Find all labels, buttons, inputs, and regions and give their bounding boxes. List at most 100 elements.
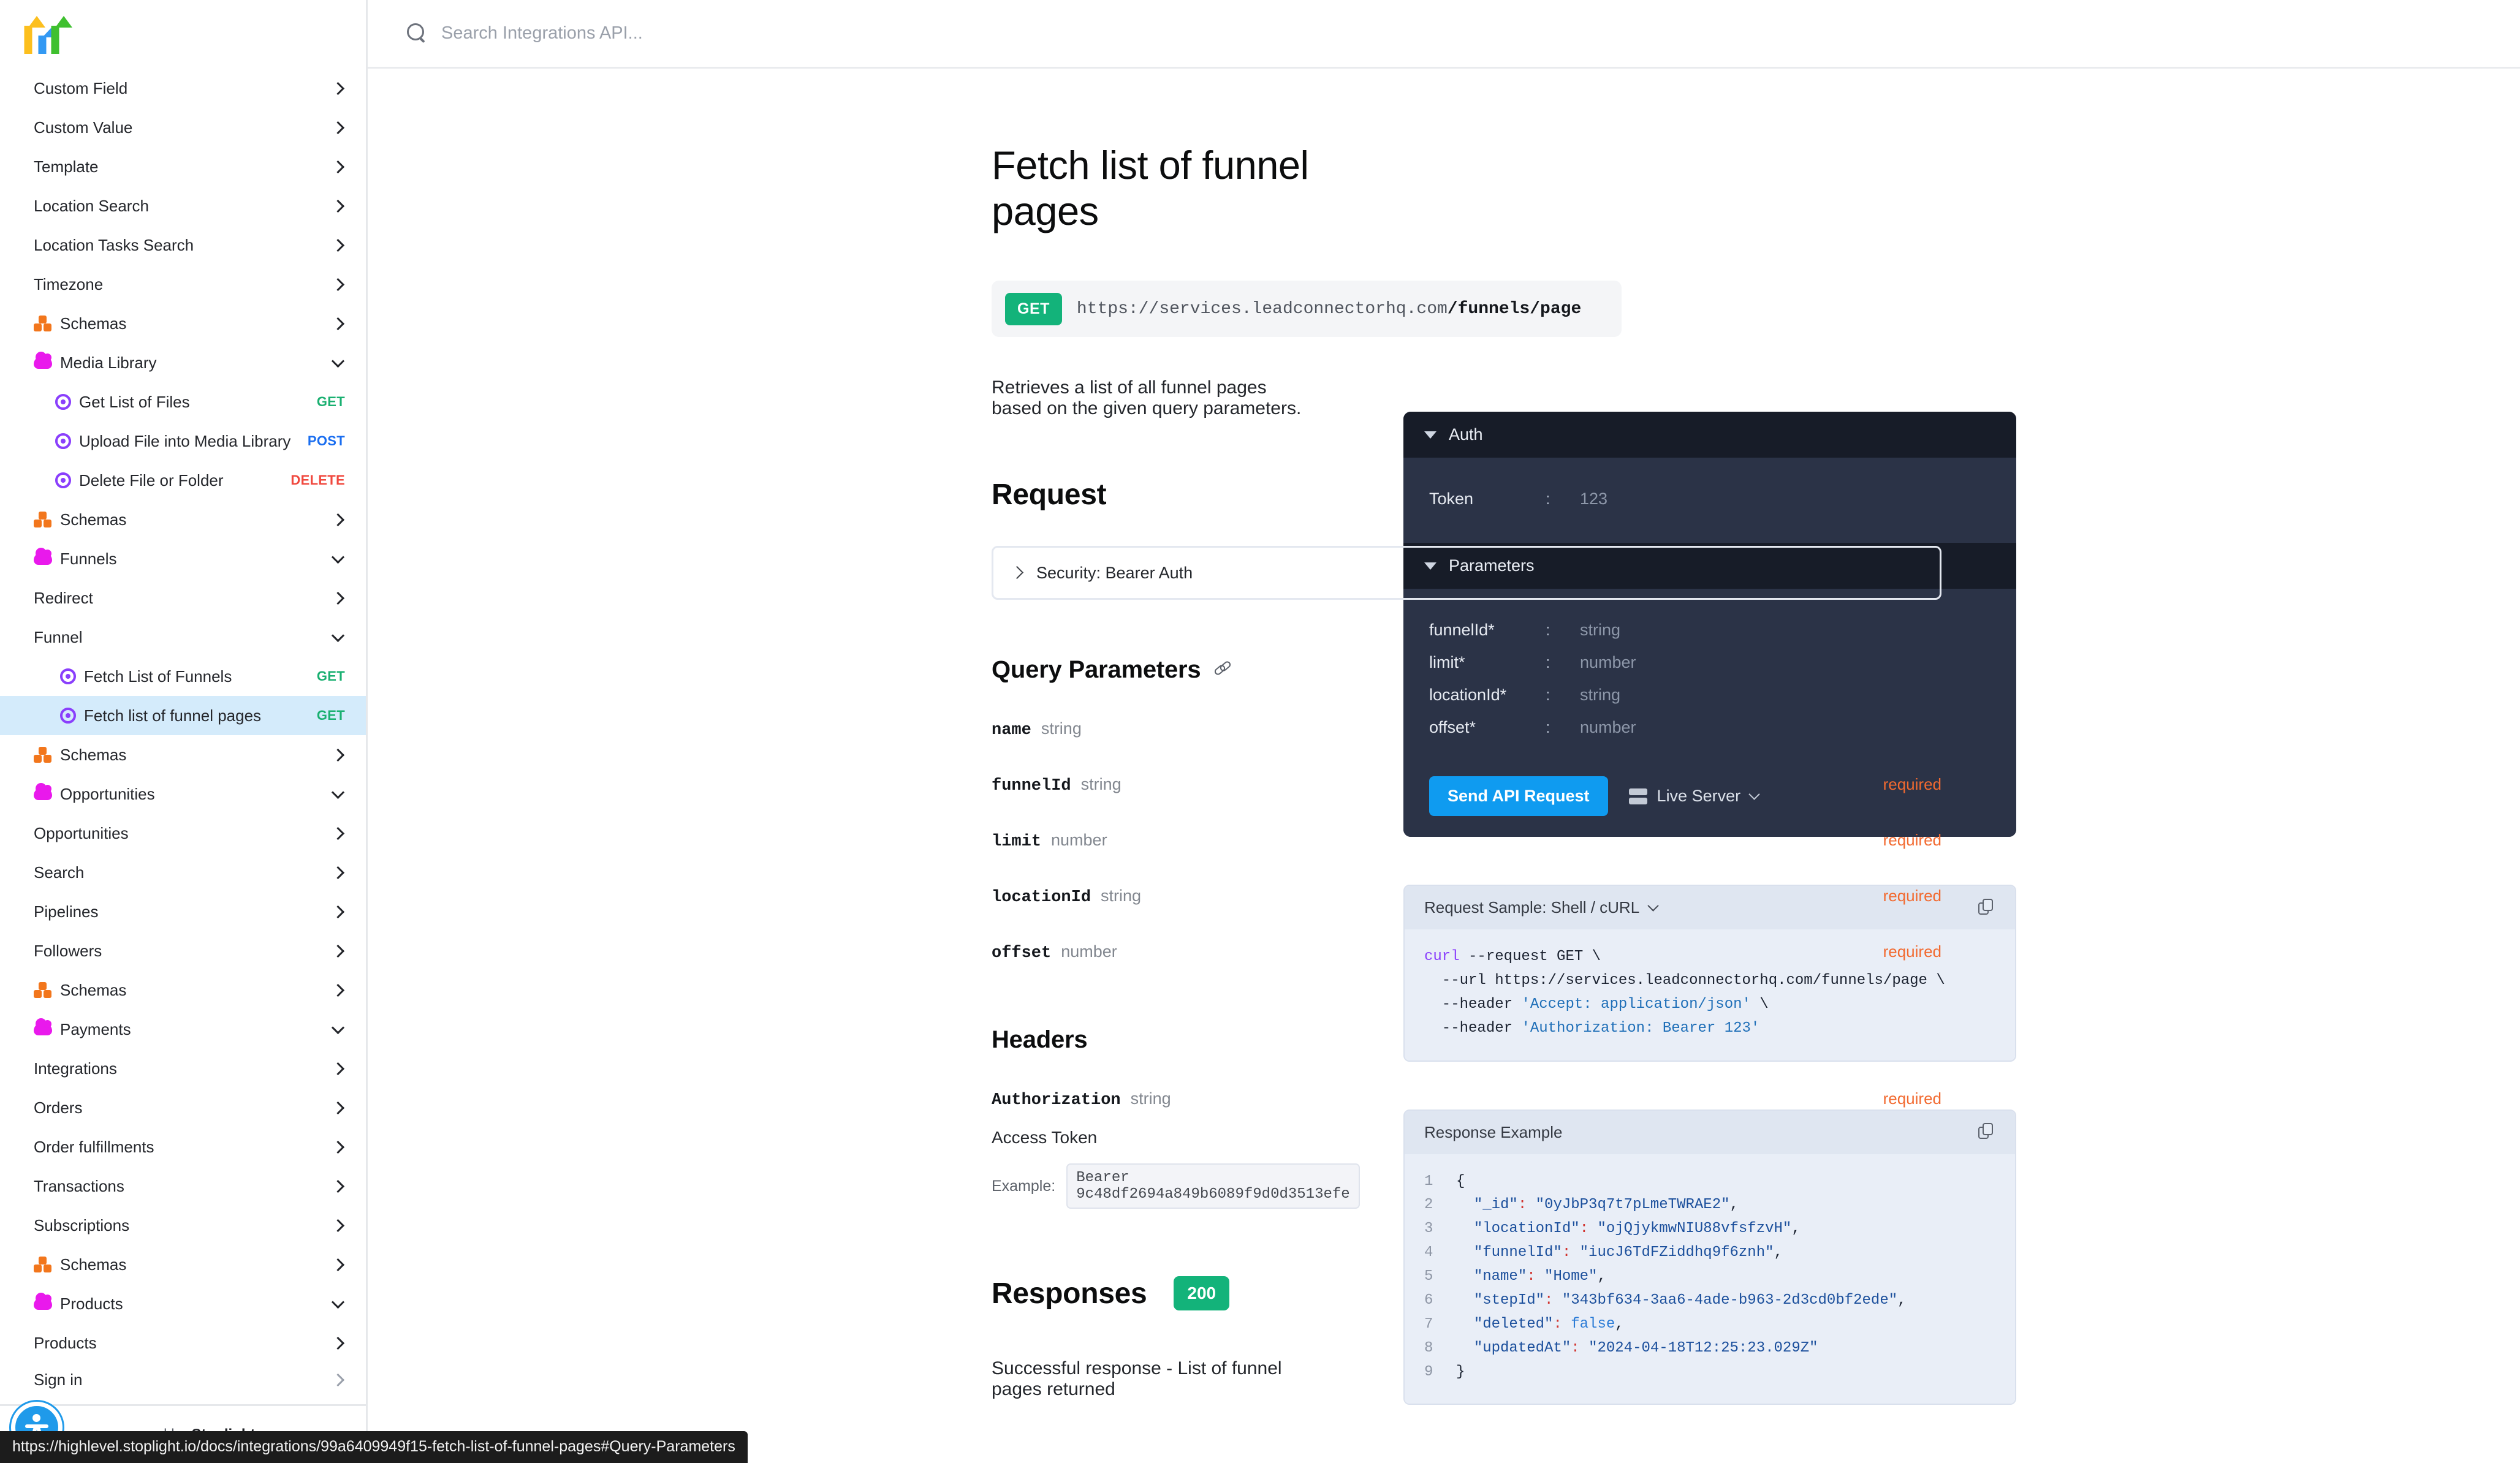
endpoint-description: Retrieves a list of all funnel pages bas… bbox=[992, 377, 1302, 418]
sign-in-label: Sign in bbox=[34, 1370, 83, 1389]
api-docs-page: Custom Field Custom Value Template Locat… bbox=[0, 0, 2520, 1463]
responses-heading-row: Responses 200 bbox=[992, 1276, 1318, 1310]
chevron-right-icon bbox=[332, 866, 345, 879]
headers-heading: Headers bbox=[992, 1026, 1088, 1053]
auth-token-row[interactable]: Token : 123 bbox=[1429, 490, 1991, 508]
sidebar-item-search[interactable]: Search bbox=[0, 853, 366, 892]
sidebar-item-subscriptions[interactable]: Subscriptions bbox=[0, 1206, 366, 1245]
copy-icon[interactable] bbox=[1978, 898, 1995, 917]
parameter-input-row[interactable]: limit* : number bbox=[1429, 653, 1991, 672]
header-entry: Authorization string required Access Tok… bbox=[992, 1089, 1941, 1209]
sidebar-item-payments[interactable]: Payments bbox=[0, 1010, 366, 1049]
chevron-right-icon bbox=[332, 905, 345, 918]
parameter-input-row[interactable]: locationId* : string bbox=[1429, 686, 1991, 705]
top-search-bar bbox=[368, 0, 2520, 69]
sidebar-item-schemas[interactable]: Schemas bbox=[0, 735, 366, 774]
parameters-section-body: funnelId* : string limit* : number locat… bbox=[1403, 589, 2016, 837]
parameter-placeholder[interactable]: string bbox=[1580, 621, 1620, 640]
parameter-type: number bbox=[1061, 942, 1117, 961]
sidebar-item-schemas[interactable]: Schemas bbox=[0, 970, 366, 1010]
sidebar-nav[interactable]: Custom Field Custom Value Template Locat… bbox=[0, 69, 366, 1386]
endpoint-bar: GET https://services.leadconnectorhq.com… bbox=[992, 281, 1622, 337]
chevron-right-icon bbox=[332, 1258, 345, 1271]
sidebar-item-integrations[interactable]: Integrations bbox=[0, 1049, 366, 1088]
logo[interactable] bbox=[0, 0, 366, 69]
sidebar-item-label: Opportunities bbox=[60, 784, 155, 803]
parameter-name: Authorization bbox=[992, 1091, 1121, 1110]
colon: : bbox=[1546, 621, 1550, 639]
sidebar-item-delete-file-or-folder[interactable]: Delete File or Folder DELETE bbox=[0, 461, 366, 500]
sidebar-item-funnel[interactable]: Funnel bbox=[0, 618, 366, 657]
response-example-title: Response Example bbox=[1424, 1122, 1563, 1141]
sidebar-item-upload-file-into-media-library[interactable]: Upload File into Media Library POST bbox=[0, 422, 366, 461]
parameter-name: funnelId bbox=[992, 777, 1071, 795]
sidebar-item-orders[interactable]: Orders bbox=[0, 1088, 366, 1127]
sidebar-item-location-tasks-search[interactable]: Location Tasks Search bbox=[0, 225, 366, 265]
sidebar-item-label: Subscriptions bbox=[34, 1215, 130, 1234]
sidebar-item-products[interactable]: Products bbox=[0, 1284, 366, 1323]
sidebar-item-label: Orders bbox=[34, 1098, 83, 1117]
sidebar-item-opportunities[interactable]: Opportunities bbox=[0, 814, 366, 853]
right-rail: Auth Token : 123 Parameters funnelId*: … bbox=[1397, 69, 2520, 1463]
endpoint-path: /funnels/page bbox=[1447, 299, 1582, 319]
token-value[interactable]: 123 bbox=[1580, 490, 1607, 508]
anchor-link-icon[interactable] bbox=[1213, 659, 1234, 680]
sidebar-item-label: Order fulfillments bbox=[34, 1137, 154, 1156]
security-accordion[interactable]: Security: Bearer Auth bbox=[992, 546, 1941, 600]
sidebar-item-transactions[interactable]: Transactions bbox=[0, 1166, 366, 1206]
sidebar-item-custom-field[interactable]: Custom Field bbox=[0, 69, 366, 108]
colon: : bbox=[1546, 686, 1550, 704]
chevron-right-icon bbox=[332, 238, 345, 252]
required-label: required bbox=[1883, 775, 1941, 793]
auth-section-header[interactable]: Auth bbox=[1403, 412, 2016, 458]
search-input[interactable] bbox=[441, 23, 993, 43]
sidebar-item-template[interactable]: Template bbox=[0, 147, 366, 186]
sidebar-item-order-fulfillments[interactable]: Order fulfillments bbox=[0, 1127, 366, 1166]
sidebar-item-label: Location Tasks Search bbox=[34, 235, 194, 254]
chevron-right-icon bbox=[332, 1219, 345, 1232]
parameter-key: locationId* bbox=[1429, 686, 1507, 704]
status-badge: 200 bbox=[1174, 1276, 1230, 1310]
chevron-right-icon bbox=[332, 1373, 345, 1386]
sidebar-item-timezone[interactable]: Timezone bbox=[0, 265, 366, 304]
sidebar-item-schemas[interactable]: Schemas bbox=[0, 304, 366, 343]
sidebar-item-opportunities[interactable]: Opportunities bbox=[0, 774, 366, 814]
status-bar-url: https://highlevel.stoplight.io/docs/inte… bbox=[0, 1431, 748, 1463]
sidebar-item-followers[interactable]: Followers bbox=[0, 931, 366, 970]
sidebar-item-custom-value[interactable]: Custom Value bbox=[0, 108, 366, 147]
main-area: Fetch list of funnel pages GET https://s… bbox=[368, 0, 2520, 1463]
chevron-right-icon bbox=[332, 591, 345, 605]
parameter-placeholder[interactable]: string bbox=[1580, 686, 1620, 705]
parameter-input-row[interactable]: funnelId* : string bbox=[1429, 621, 1991, 640]
chevron-down-icon[interactable] bbox=[1649, 903, 1659, 913]
chevron-right-icon bbox=[332, 513, 345, 526]
query-parameters-list: name string funnelId string required lim… bbox=[992, 719, 1941, 962]
sidebar-item-location-search[interactable]: Location Search bbox=[0, 186, 366, 225]
sidebar-item-schemas[interactable]: Schemas bbox=[0, 500, 366, 539]
method-badge: POST bbox=[307, 433, 345, 448]
sidebar-item-pipelines[interactable]: Pipelines bbox=[0, 892, 366, 931]
parameter-key: funnelId* bbox=[1429, 621, 1495, 639]
sidebar-item-schemas[interactable]: Schemas bbox=[0, 1245, 366, 1284]
cloud-icon bbox=[34, 783, 52, 800]
content-columns: Fetch list of funnel pages GET https://s… bbox=[368, 69, 2520, 1463]
query-parameter-row: funnelId string required bbox=[992, 775, 1941, 795]
parameter-name: locationId bbox=[992, 888, 1091, 907]
sidebar-item-redirect[interactable]: Redirect bbox=[0, 578, 366, 618]
parameter-placeholder[interactable]: number bbox=[1580, 653, 1636, 672]
sidebar-item-label: Location Search bbox=[34, 196, 149, 215]
sidebar-item-media-library[interactable]: Media Library bbox=[0, 343, 366, 382]
sidebar-item-label: Schemas bbox=[60, 1255, 127, 1274]
sidebar-item-get-list-of-files[interactable]: Get List of Files GET bbox=[0, 382, 366, 422]
header-description: Access Token bbox=[992, 1128, 1098, 1147]
copy-icon[interactable] bbox=[1978, 1123, 1995, 1141]
sidebar-item-sign-in[interactable]: Sign in bbox=[0, 1355, 366, 1404]
query-parameter-row: locationId string required bbox=[992, 886, 1941, 907]
sidebar-item-fetch-list-of-funnels[interactable]: Fetch List of Funnels GET bbox=[0, 657, 366, 696]
sidebar-item-funnels[interactable]: Funnels bbox=[0, 539, 366, 578]
parameter-type: string bbox=[1080, 775, 1121, 793]
sidebar-item-fetch-list-of-funnel-pages[interactable]: Fetch list of funnel pages GET bbox=[0, 696, 366, 735]
chevron-right-icon bbox=[332, 199, 345, 213]
sidebar-item-label: Funnel bbox=[34, 627, 83, 646]
sidebar: Custom Field Custom Value Template Locat… bbox=[0, 0, 368, 1463]
